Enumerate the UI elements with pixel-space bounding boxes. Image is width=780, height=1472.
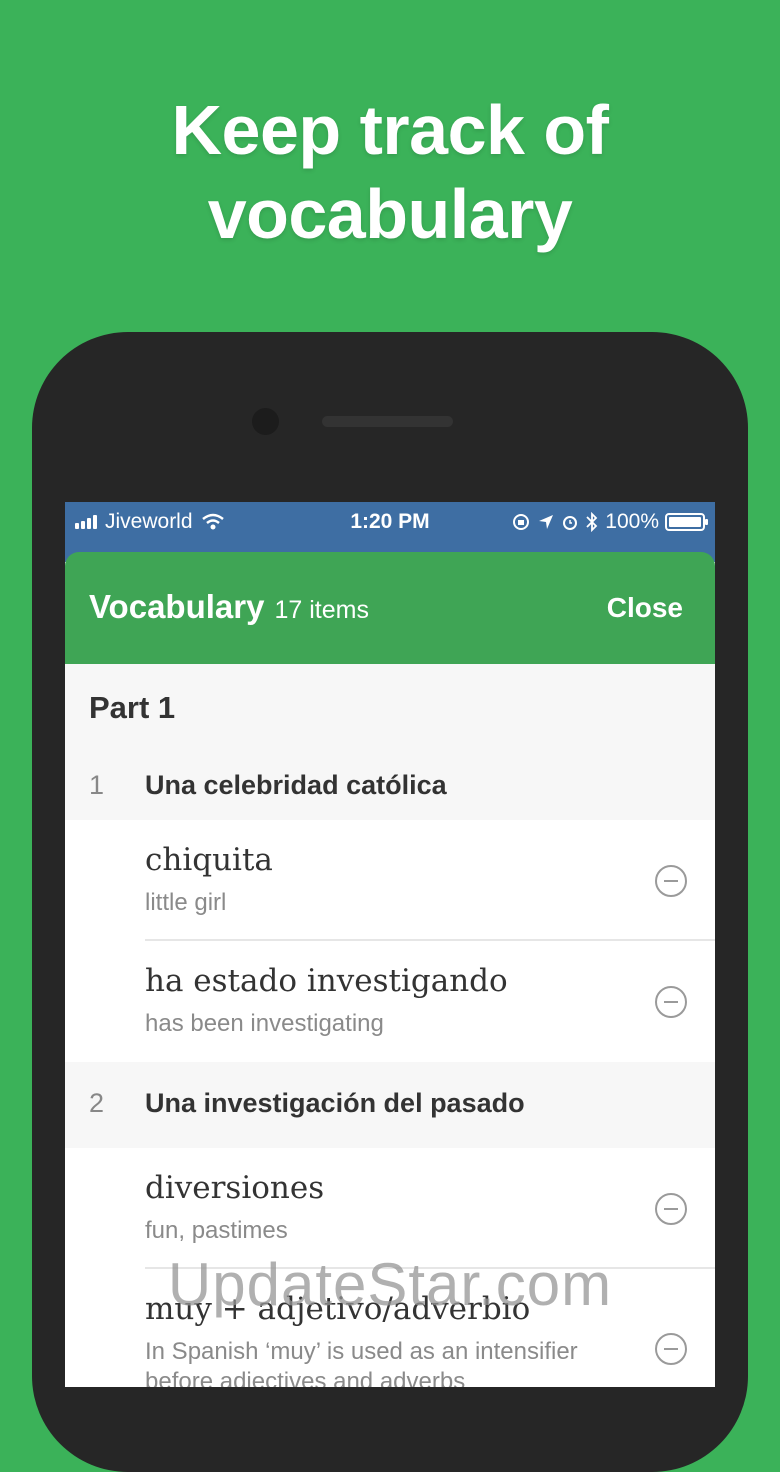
vocab-word: chiquita	[145, 842, 273, 878]
part-header: Part 1	[65, 664, 715, 754]
vocab-gloss: fun, pastimes	[145, 1217, 288, 1244]
front-camera	[252, 408, 279, 435]
vocab-gloss: In Spanish ‘muy’ is used as an intensifi…	[145, 1338, 578, 1387]
chapter-header: 1 Una celebridad católica	[65, 754, 715, 820]
headline-line-1: Keep track of	[171, 91, 609, 169]
location-icon	[539, 515, 554, 529]
remove-circle-icon[interactable]	[655, 986, 687, 1018]
remove-circle-icon[interactable]	[655, 865, 687, 897]
item-count: 17 items	[274, 596, 369, 624]
watermark: UpdateStar.com	[167, 1251, 613, 1318]
bluetooth-icon	[586, 512, 598, 532]
sheet-title-row: Vocabulary 17 items	[89, 588, 369, 626]
chapter-title: Una investigación del pasado	[145, 1088, 525, 1118]
battery-percent: 100%	[605, 510, 659, 533]
vocab-item[interactable]: ha estado investigando has been investig…	[65, 941, 715, 1062]
vocabulary-header: Vocabulary 17 items Close	[65, 552, 715, 664]
remove-circle-icon[interactable]	[655, 1193, 687, 1225]
orientation-lock-icon	[513, 514, 530, 530]
alarm-icon	[563, 516, 578, 530]
chapter-number: 2	[89, 1088, 105, 1118]
earpiece-speaker	[322, 416, 453, 427]
chapter-header: 2 Una investigación del pasado	[65, 1062, 715, 1148]
headline-line-2: vocabulary	[207, 175, 573, 253]
vocab-item[interactable]: chiquita little girl	[65, 820, 715, 941]
part-label: Part 1	[89, 690, 176, 725]
vocab-word: diversiones	[145, 1170, 325, 1206]
chapter-number: 1	[89, 770, 105, 800]
vocab-gloss: has been investigating	[145, 1010, 384, 1037]
close-button[interactable]: Close	[607, 592, 683, 624]
headline: Keep track of vocabulary	[0, 88, 780, 256]
vocab-word: ha estado investigando	[145, 963, 508, 999]
remove-circle-icon[interactable]	[655, 1333, 687, 1365]
vocab-gloss: little girl	[145, 889, 227, 916]
vocabulary-title: Vocabulary	[89, 588, 265, 625]
battery-icon	[665, 513, 708, 531]
chapter-title: Una celebridad católica	[145, 770, 447, 800]
